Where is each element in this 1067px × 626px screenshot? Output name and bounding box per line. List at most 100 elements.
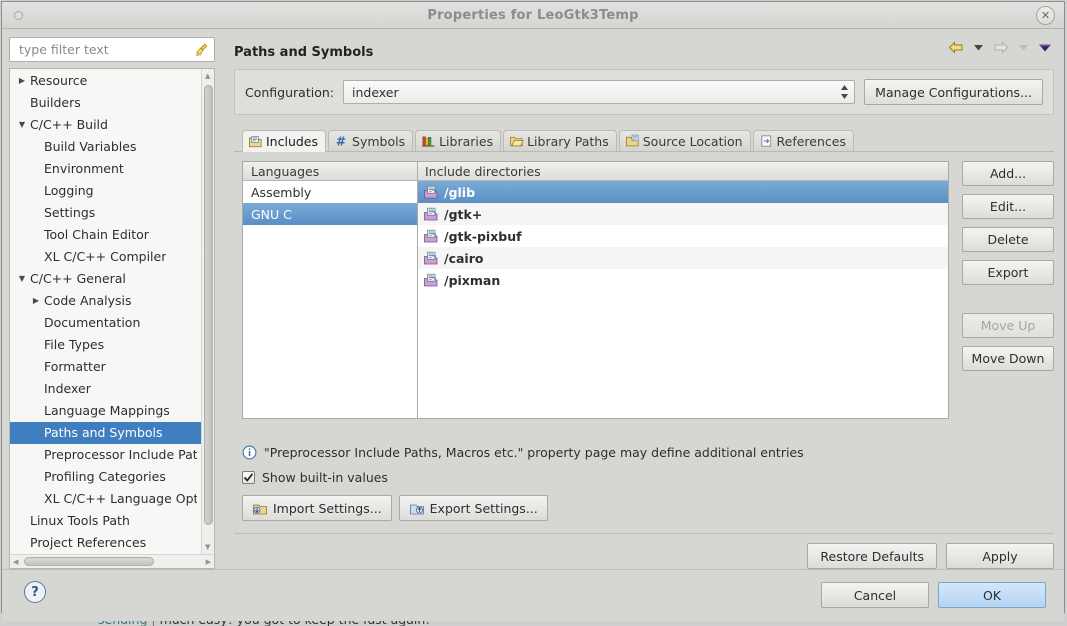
sidebar-item-label: XL C/C++ Language Optio xyxy=(44,491,197,506)
chevron-right-icon[interactable]: ▶ xyxy=(28,290,44,312)
chevron-right-icon[interactable]: ▶ xyxy=(14,70,30,92)
sidebar-item-project-references[interactable]: Project References xyxy=(10,532,201,554)
horizontal-scrollbar-thumb[interactable] xyxy=(24,557,154,566)
broom-icon[interactable] xyxy=(194,42,209,58)
export-button[interactable]: Export xyxy=(962,260,1054,285)
back-menu-chevron-down-icon[interactable] xyxy=(973,43,984,52)
footer-buttons: Cancel OK xyxy=(821,582,1046,608)
sidebar-item-c-c-build[interactable]: ▼ C/C++ Build xyxy=(10,114,201,136)
chevron-down-icon[interactable]: ▼ xyxy=(14,268,30,290)
scroll-down-icon[interactable]: ▼ xyxy=(205,543,210,551)
sidebar-item-build-variables[interactable]: Build Variables xyxy=(10,136,201,158)
button-label: Move Down xyxy=(971,351,1045,366)
sidebar-item-preprocessor-include-path[interactable]: Preprocessor Include Path xyxy=(10,444,201,466)
apply-row: Restore Defaults Apply xyxy=(234,534,1054,569)
sidebar-item-xl-c-c-language-optio[interactable]: XL C/C++ Language Optio xyxy=(10,488,201,510)
tab-libraries[interactable]: Libraries xyxy=(415,130,502,151)
show-builtin-values-row[interactable]: Show built-in values xyxy=(242,466,1054,488)
export-settings-button[interactable]: Export Settings... xyxy=(398,495,548,521)
sidebar-item-formatter[interactable]: Formatter xyxy=(10,356,201,378)
tab-bar: Includes # Symbols Libraries Library Paths So… xyxy=(234,130,1054,152)
filter-input[interactable] xyxy=(17,41,193,58)
sidebar-item-environment[interactable]: Environment xyxy=(10,158,201,180)
properties-dialog: Properties for LeoGtk3Temp ✕ ▶Resource B… xyxy=(1,1,1065,621)
help-icon[interactable]: ? xyxy=(24,581,46,603)
sidebar-item-tool-chain-editor[interactable]: Tool Chain Editor xyxy=(10,224,201,246)
page-panel: Paths and Symbols Configuration: indexer… xyxy=(222,29,1064,569)
sidebar-item-linux-tools-path[interactable]: Linux Tools Path xyxy=(10,510,201,532)
configuration-combo[interactable]: indexer xyxy=(342,80,856,104)
sidebar-item-c-c-general[interactable]: ▼ C/C++ General xyxy=(10,268,201,290)
include-directory-row[interactable]: /pixman xyxy=(418,269,948,291)
sidebar-item-builders[interactable]: Builders xyxy=(10,92,201,114)
sidebar-item-label: Project References xyxy=(30,535,147,550)
include-directory-row[interactable]: /gtk+ xyxy=(418,203,948,225)
chevron-down-icon[interactable]: ▼ xyxy=(14,114,30,136)
tab-symbols[interactable]: # Symbols xyxy=(328,130,414,151)
edit-button[interactable]: Edit... xyxy=(962,194,1054,219)
tree-items: ▶ Resource Builders ▼ C/C++ Build Build Var… xyxy=(10,69,201,554)
vertical-scrollbar-thumb[interactable] xyxy=(204,85,213,525)
manage-configurations-button[interactable]: Manage Configurations... xyxy=(864,79,1043,105)
include-directory-row[interactable]: /cairo xyxy=(418,247,948,269)
references-icon xyxy=(759,134,774,148)
show-builtin-values-checkbox[interactable] xyxy=(242,470,255,484)
sidebar-item-logging[interactable]: Logging xyxy=(10,180,201,202)
sidebar-item-file-types[interactable]: File Types xyxy=(10,334,201,356)
sidebar-item-profiling-categories[interactable]: Profiling Categories xyxy=(10,466,201,488)
svg-text:#: # xyxy=(336,134,346,148)
sidebar-item-label: C/C++ Build xyxy=(30,117,108,132)
tree-vertical-scrollbar[interactable]: ▲ ▼ xyxy=(201,69,214,554)
spinner-icon[interactable] xyxy=(840,83,849,101)
button-label: Delete xyxy=(987,232,1029,247)
tab-label: Source Location xyxy=(642,133,743,149)
restore-defaults-button[interactable]: Restore Defaults xyxy=(807,543,937,569)
sidebar-item-label: Profiling Categories xyxy=(44,469,166,484)
sidebar-item-label: Paths and Symbols xyxy=(44,425,163,440)
scroll-up-icon[interactable]: ▲ xyxy=(205,72,210,80)
include-directory-row[interactable]: /glib xyxy=(418,181,948,203)
sidebar-item-resource[interactable]: ▶ Resource xyxy=(10,70,201,92)
tab-includes[interactable]: Includes xyxy=(242,130,327,152)
back-arrow-icon[interactable] xyxy=(948,41,964,54)
scroll-left-icon[interactable]: ◀ xyxy=(13,558,18,566)
sidebar-item-xl-c-c-compiler[interactable]: XL C/C++ Compiler xyxy=(10,246,201,268)
sidebar-item-label: Logging xyxy=(44,183,94,198)
button-label: Edit... xyxy=(989,199,1027,214)
close-icon[interactable]: ✕ xyxy=(1036,6,1055,25)
sidebar-item-paths-and-symbols[interactable]: Paths and Symbols xyxy=(10,422,201,444)
language-label: Assembly xyxy=(251,184,312,200)
include-directory-row[interactable]: /gtk-pixbuf xyxy=(418,225,948,247)
language-row[interactable]: GNU C xyxy=(243,203,417,225)
tab-source-location[interactable]: Source Location xyxy=(618,130,751,151)
view-menu-icon[interactable] xyxy=(1038,43,1052,53)
sidebar-item-code-analysis[interactable]: ▶ Code Analysis xyxy=(10,290,201,312)
move-down-button[interactable]: Move Down xyxy=(962,346,1054,371)
sidebar-item-label: Documentation xyxy=(44,315,141,330)
tab-library-paths[interactable]: Library Paths xyxy=(503,130,617,151)
ok-button[interactable]: OK xyxy=(938,582,1046,608)
tree-horizontal-scrollbar[interactable]: ◀ ▶ xyxy=(10,554,214,568)
languages-rows: Assembly GNU C xyxy=(243,181,417,418)
language-row[interactable]: Assembly xyxy=(243,181,417,203)
ok-label: OK xyxy=(982,587,1002,603)
delete-button[interactable]: Delete xyxy=(962,227,1054,252)
scroll-right-icon[interactable]: ▶ xyxy=(206,558,211,566)
apply-button[interactable]: Apply xyxy=(946,543,1054,569)
sidebar-item-settings[interactable]: Settings xyxy=(10,202,201,224)
dialog-title: Properties for LeoGtk3Temp xyxy=(427,7,639,23)
sidebar-item-indexer[interactable]: Indexer xyxy=(10,378,201,400)
sidebar-item-language-mappings[interactable]: Language Mappings xyxy=(10,400,201,422)
window-menu-dot-icon xyxy=(14,11,23,20)
import-settings-button[interactable]: Import Settings... xyxy=(242,495,392,521)
tab-references[interactable]: References xyxy=(752,130,854,151)
sidebar-item-label: Builders xyxy=(30,95,81,110)
add-button[interactable]: Add... xyxy=(962,161,1054,186)
cancel-button[interactable]: Cancel xyxy=(821,582,929,608)
sidebar-item-documentation[interactable]: Documentation xyxy=(10,312,201,334)
